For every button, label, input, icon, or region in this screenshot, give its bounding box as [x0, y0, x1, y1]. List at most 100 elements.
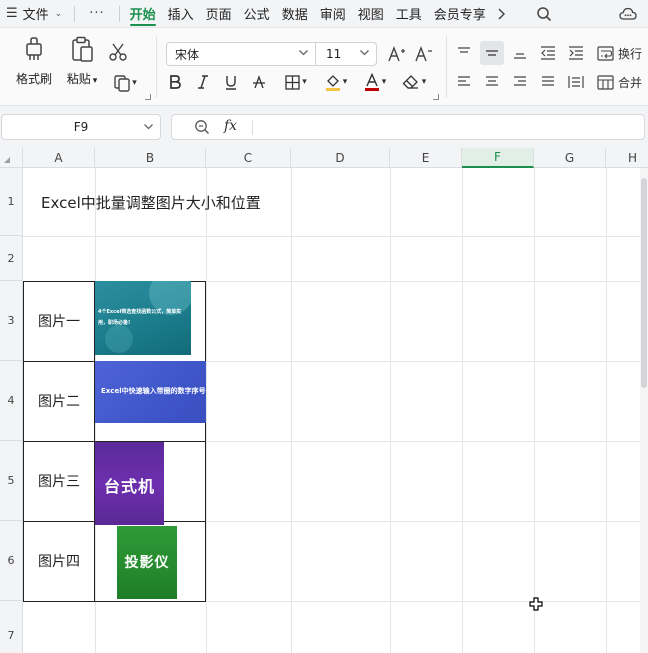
row-header-6[interactable]: 6	[0, 521, 23, 601]
column-header-h[interactable]: H	[606, 148, 648, 168]
vertical-scrollbar[interactable]	[640, 168, 648, 653]
spreadsheet-grid[interactable]: A B C D E F G H 1 2 3 4 5 6 7 Excel中批量调整…	[0, 148, 648, 653]
picture-4[interactable]: 投影仪	[117, 526, 177, 599]
increase-font-size-button[interactable]	[386, 43, 408, 65]
column-header-d[interactable]: D	[291, 148, 390, 168]
italic-button[interactable]	[193, 71, 213, 93]
tab-review[interactable]: 审阅	[314, 0, 352, 28]
align-right-button[interactable]	[510, 71, 530, 93]
row-header-5[interactable]: 5	[0, 441, 23, 521]
paste-button[interactable]: 粘贴 ▾	[59, 34, 105, 87]
select-all-corner[interactable]	[0, 148, 23, 168]
cell-a5-label[interactable]: 图片三	[23, 441, 95, 521]
clear-format-button[interactable]: ▾	[398, 71, 430, 93]
gridline	[606, 168, 607, 653]
cell-a1-title[interactable]: Excel中批量调整图片大小和位置	[41, 192, 261, 213]
format-painter-label: 格式刷	[15, 72, 52, 86]
underline-button[interactable]	[221, 71, 241, 93]
more-menu-button[interactable]: ···	[79, 0, 114, 28]
cell-a3-label[interactable]: 图片一	[23, 281, 95, 361]
align-left-button[interactable]	[454, 71, 474, 93]
format-painter-button[interactable]: 格式刷	[11, 34, 57, 87]
picture-2[interactable]: Excel中快速输入带圈的数字序号	[95, 361, 206, 423]
decrease-font-size-button[interactable]	[413, 43, 435, 65]
clipboard-dialog-launcher[interactable]	[145, 94, 151, 100]
tab-data[interactable]: 数据	[276, 0, 314, 28]
menu-divider	[118, 5, 120, 22]
tab-tools[interactable]: 工具	[390, 0, 428, 28]
cell-a4-label[interactable]: 图片二	[23, 361, 95, 441]
copy-button[interactable]: ▾	[108, 71, 142, 95]
column-header-g[interactable]: G	[534, 148, 606, 168]
font-size-value: 11	[326, 47, 342, 61]
scrollbar-thumb[interactable]	[641, 178, 647, 388]
font-name-value: 宋体	[175, 47, 200, 62]
merge-cells-button[interactable]: 合并	[597, 71, 647, 93]
font-color-button[interactable]: ▾	[360, 71, 390, 93]
font-size-select[interactable]: 11	[315, 42, 377, 66]
tab-member[interactable]: 会员专享	[428, 0, 492, 28]
chevron-down-icon	[143, 121, 154, 135]
column-header-f[interactable]: F	[462, 148, 534, 168]
align-middle-button[interactable]	[480, 41, 504, 65]
row-header-1[interactable]: 1	[0, 168, 23, 236]
row-header-3[interactable]: 3	[0, 281, 23, 361]
borders-button[interactable]: ▾	[279, 71, 313, 93]
picture-2-caption: Excel中快速输入带圈的数字序号	[101, 387, 206, 395]
cell-a6-label[interactable]: 图片四	[23, 521, 95, 601]
font-dialog-launcher[interactable]	[433, 94, 439, 100]
file-menu[interactable]: ☰ 文件 ⌄	[0, 0, 70, 28]
column-header-e[interactable]: E	[390, 148, 462, 168]
font-decrease-icon	[415, 46, 432, 62]
align-center-button[interactable]	[482, 71, 502, 93]
name-box[interactable]: F9	[1, 114, 161, 140]
tabs-scroll-right-icon[interactable]	[492, 0, 510, 28]
distributed-align-icon	[568, 76, 584, 88]
font-name-select[interactable]: 宋体	[166, 42, 316, 66]
row-header-2[interactable]: 2	[0, 236, 23, 281]
search-icon[interactable]	[530, 0, 558, 28]
column-header-c[interactable]: C	[206, 148, 291, 168]
align-center-icon	[486, 76, 498, 86]
justify-icon	[542, 76, 554, 86]
row-header-4[interactable]: 4	[0, 361, 23, 441]
align-right-icon	[514, 76, 526, 86]
picture-3[interactable]: 台式机	[95, 442, 164, 525]
tab-insert[interactable]: 插入	[162, 0, 200, 28]
hamburger-icon: ☰	[6, 6, 18, 21]
formula-input[interactable]: fx	[171, 114, 645, 140]
column-header-a[interactable]: A	[23, 148, 95, 168]
gridline	[291, 168, 292, 653]
align-top-button[interactable]	[454, 42, 474, 64]
gridline	[462, 168, 463, 653]
copy-icon	[114, 75, 130, 92]
decrease-indent-button[interactable]	[538, 42, 558, 64]
increase-indent-button[interactable]	[566, 42, 586, 64]
gridline	[534, 168, 535, 653]
cloud-icon[interactable]	[614, 0, 642, 28]
tab-page[interactable]: 页面	[200, 0, 238, 28]
tab-home[interactable]: 开始	[124, 0, 162, 28]
strikethrough-button[interactable]	[249, 71, 269, 93]
cell-reference: F9	[73, 120, 89, 134]
ribbon-divider	[156, 36, 157, 98]
tab-view[interactable]: 视图	[352, 0, 390, 28]
zoom-search-icon[interactable]	[194, 119, 210, 139]
picture-1[interactable]: 4个Excel筛选查找函数公式，简单实用，职场必备!	[95, 281, 191, 355]
align-bottom-button[interactable]	[510, 42, 530, 64]
wrap-text-button[interactable]: 换行	[597, 42, 647, 64]
chevron-down-icon: ▾	[132, 78, 137, 88]
justify-button[interactable]	[538, 71, 558, 93]
fill-color-button[interactable]: ▾	[321, 71, 351, 93]
tab-formula[interactable]: 公式	[238, 0, 276, 28]
row-header-7[interactable]: 7	[0, 601, 23, 653]
align-left-icon	[458, 76, 470, 86]
column-header-b[interactable]: B	[95, 148, 206, 168]
insert-function-button[interactable]: fx	[224, 118, 237, 134]
cut-button[interactable]	[104, 40, 132, 64]
distributed-align-button[interactable]	[566, 71, 586, 93]
bold-button[interactable]	[165, 71, 185, 93]
fill-bucket-icon	[325, 75, 340, 91]
picture-3-caption: 台式机	[103, 477, 155, 496]
chevron-down-icon: ▾	[421, 77, 427, 87]
